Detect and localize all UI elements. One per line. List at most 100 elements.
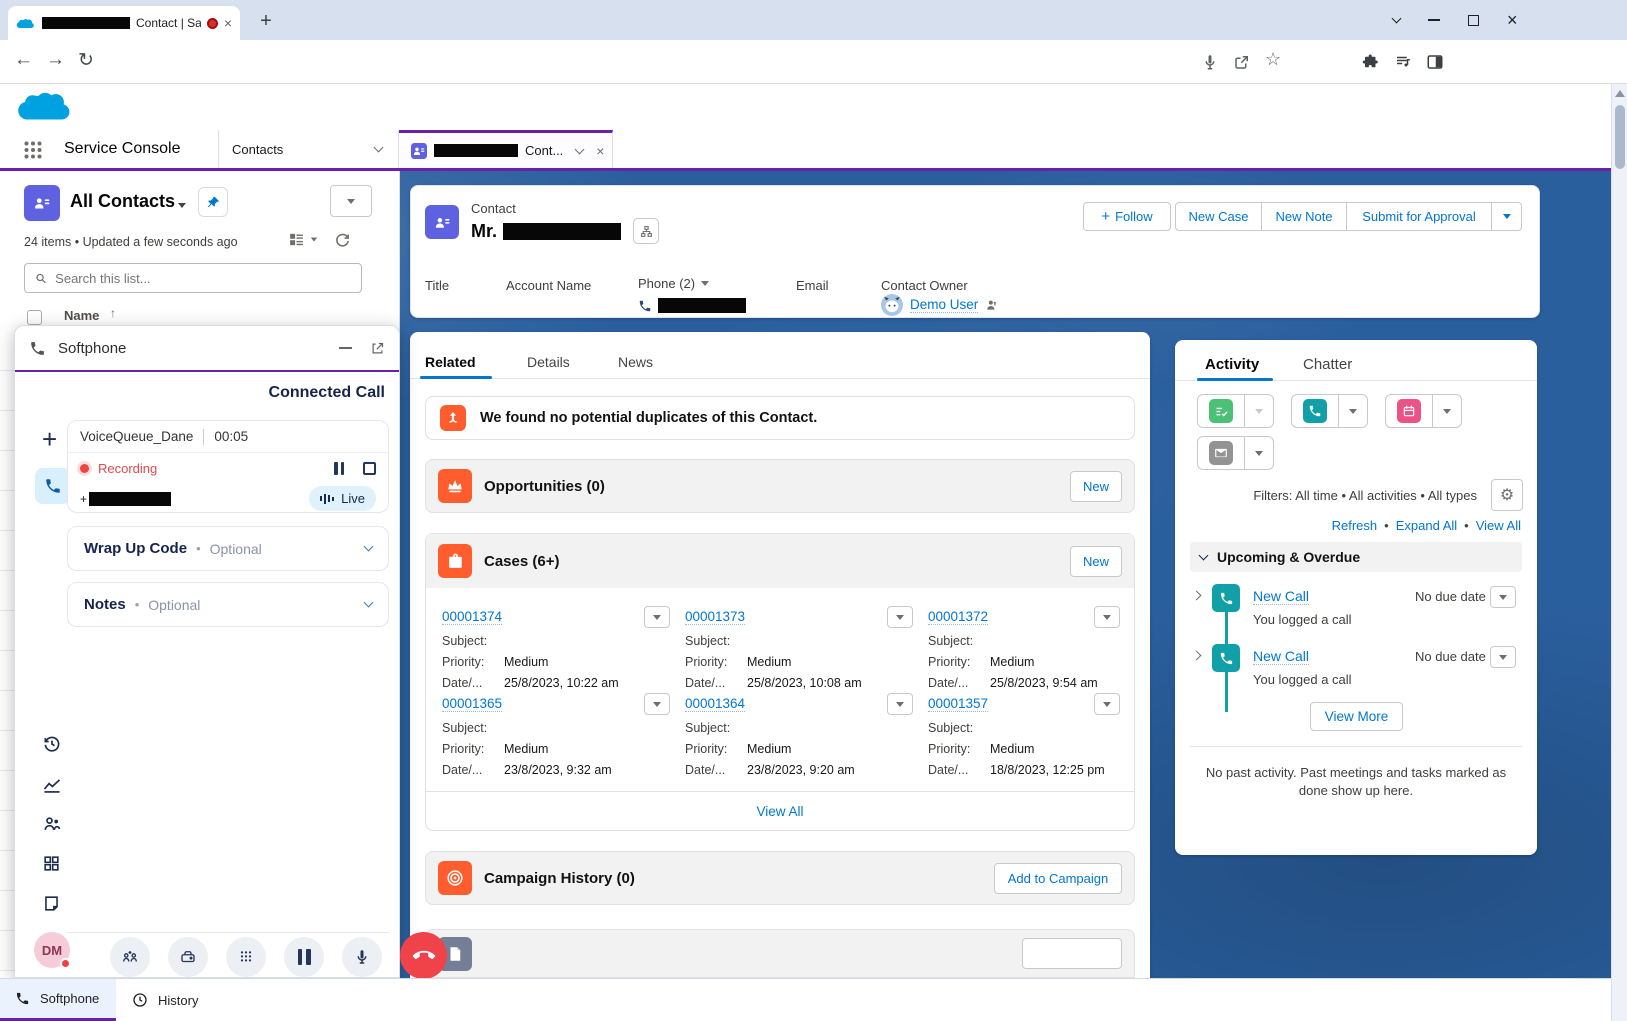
cases-title[interactable]: Cases (6+) [484,553,559,570]
stop-recording-button[interactable] [363,462,376,475]
cases-view-all[interactable]: View All [426,791,1134,831]
popout-icon[interactable] [370,341,385,356]
case-link[interactable]: 00001372 [928,609,988,625]
park-call-button[interactable] [168,937,208,977]
list-view-dropdown-icon[interactable] [178,203,186,208]
window-maximize-button[interactable] [1468,15,1479,26]
tab-close-icon[interactable]: × [224,15,232,31]
refresh-link[interactable]: Refresh [1332,518,1378,533]
owner-link[interactable]: Demo User [910,297,978,313]
case-link[interactable]: 00001374 [442,609,502,625]
case-row-menu-button[interactable] [887,693,913,715]
minimize-icon[interactable] [339,347,352,349]
page-scrollbar[interactable] [1611,84,1627,1021]
chevron-down-icon[interactable] [364,542,374,552]
new-task-dropdown-button[interactable] [1245,395,1273,427]
new-event-button[interactable] [1386,395,1432,427]
phone-rail-button[interactable] [35,468,71,504]
case-link[interactable]: 00001373 [685,609,745,625]
case-row-menu-button[interactable] [887,606,913,628]
record-actions-dropdown-button[interactable] [1492,202,1522,231]
contacts-icon[interactable] [42,814,62,834]
expand-all-link[interactable]: Expand All [1396,518,1457,533]
tab-search-icon[interactable] [1392,13,1402,23]
tab-chatter[interactable]: Chatter [1303,356,1352,373]
tab-news[interactable]: News [618,354,653,370]
log-call-dropdown-button[interactable] [1339,395,1367,427]
activity-item-title[interactable]: New Call [1253,588,1309,605]
mute-mic-button[interactable] [342,937,382,977]
merge-calls-button[interactable] [110,937,150,977]
email-button[interactable] [1198,437,1244,469]
pin-list-button[interactable] [198,187,228,217]
expand-row-icon[interactable] [1192,591,1202,601]
bookmark-star-icon[interactable]: ☆ [1265,49,1281,70]
upcoming-overdue-header[interactable]: Upcoming & Overdue [1190,542,1522,572]
playlist-icon[interactable] [1394,53,1412,71]
chart-icon[interactable] [42,774,62,794]
display-as-icon[interactable] [288,231,305,248]
new-tab-button[interactable]: + [252,8,280,36]
case-link[interactable]: 00001357 [928,696,988,712]
submit-for-approval-button[interactable]: Submit for Approval [1347,202,1492,231]
activity-item-menu-button[interactable] [1490,646,1516,668]
phone-dropdown-icon[interactable] [701,281,709,286]
extensions-puzzle-icon[interactable] [1362,53,1380,71]
activity-item-title[interactable]: New Call [1253,648,1309,665]
list-view-title[interactable]: All Contacts [70,191,175,212]
nav-tab-contacts[interactable]: Contacts [218,130,360,168]
pause-recording-button[interactable] [334,462,344,475]
case-link[interactable]: 00001365 [442,696,502,712]
agent-avatar[interactable]: DM [34,932,70,968]
campaign-history-title[interactable]: Campaign History (0) [484,870,635,887]
app-launcher-waffle-icon[interactable] [24,141,42,159]
sidebar-icon[interactable] [1426,53,1444,71]
utility-tab-history[interactable]: History [116,979,226,1021]
mic-icon[interactable] [1201,53,1219,71]
reload-icon[interactable]: ↻ [78,49,94,72]
view-all-link[interactable]: View All [1476,518,1521,533]
end-call-button[interactable] [400,932,447,979]
case-row-menu-button[interactable] [644,693,670,715]
partial-action-button[interactable] [1022,938,1122,969]
activity-settings-button[interactable]: ⚙ [1491,479,1523,511]
list-search-input[interactable] [55,271,351,286]
case-row-menu-button[interactable] [644,606,670,628]
list-actions-dropdown-button[interactable] [330,185,372,217]
share-icon[interactable] [1233,53,1251,71]
view-more-button[interactable]: View More [1310,702,1403,731]
window-minimize-button[interactable] [1428,19,1440,21]
window-close-button[interactable]: × [1507,11,1518,29]
hold-call-button[interactable] [284,937,324,977]
refresh-list-icon[interactable] [334,231,351,248]
new-call-plus-icon[interactable]: + [42,424,57,455]
utility-tab-softphone[interactable]: Softphone [0,979,116,1021]
browser-tab[interactable]: Contact | Sal × [8,6,240,40]
list-search-box[interactable] [24,263,362,293]
softphone-header[interactable]: Softphone [15,326,399,372]
scrollbar-thumb[interactable] [1615,105,1625,169]
wrapup-code-section[interactable]: Wrap Up Code • Optional [67,526,389,571]
record-tab-close-icon[interactable]: × [596,143,604,159]
new-event-dropdown-button[interactable] [1433,395,1461,427]
follow-button[interactable]: +Follow [1083,202,1171,231]
notes-icon[interactable] [42,894,61,913]
add-to-campaign-button[interactable]: Add to Campaign [994,863,1122,894]
new-task-button[interactable] [1198,395,1244,427]
tab-related[interactable]: Related [425,354,476,370]
scrollbar-up-arrow[interactable] [1615,90,1625,97]
cases-new-button[interactable]: New [1070,546,1122,577]
log-call-button[interactable] [1292,395,1338,427]
case-row-menu-button[interactable] [1094,606,1120,628]
nav-tab-contacts-dropdown[interactable] [360,130,396,168]
opportunities-new-button[interactable]: New [1070,471,1122,502]
opportunities-title[interactable]: Opportunities (0) [484,478,605,495]
display-as-dropdown-icon[interactable] [311,238,317,242]
back-icon[interactable]: ← [14,49,33,71]
record-tab-contact[interactable]: Cont... × [399,130,613,168]
history-icon[interactable] [42,734,62,754]
dialpad-button[interactable] [226,937,266,977]
name-column-header[interactable]: Name [64,308,99,323]
apps-grid-icon[interactable] [42,854,61,873]
phone-value[interactable] [638,298,746,313]
